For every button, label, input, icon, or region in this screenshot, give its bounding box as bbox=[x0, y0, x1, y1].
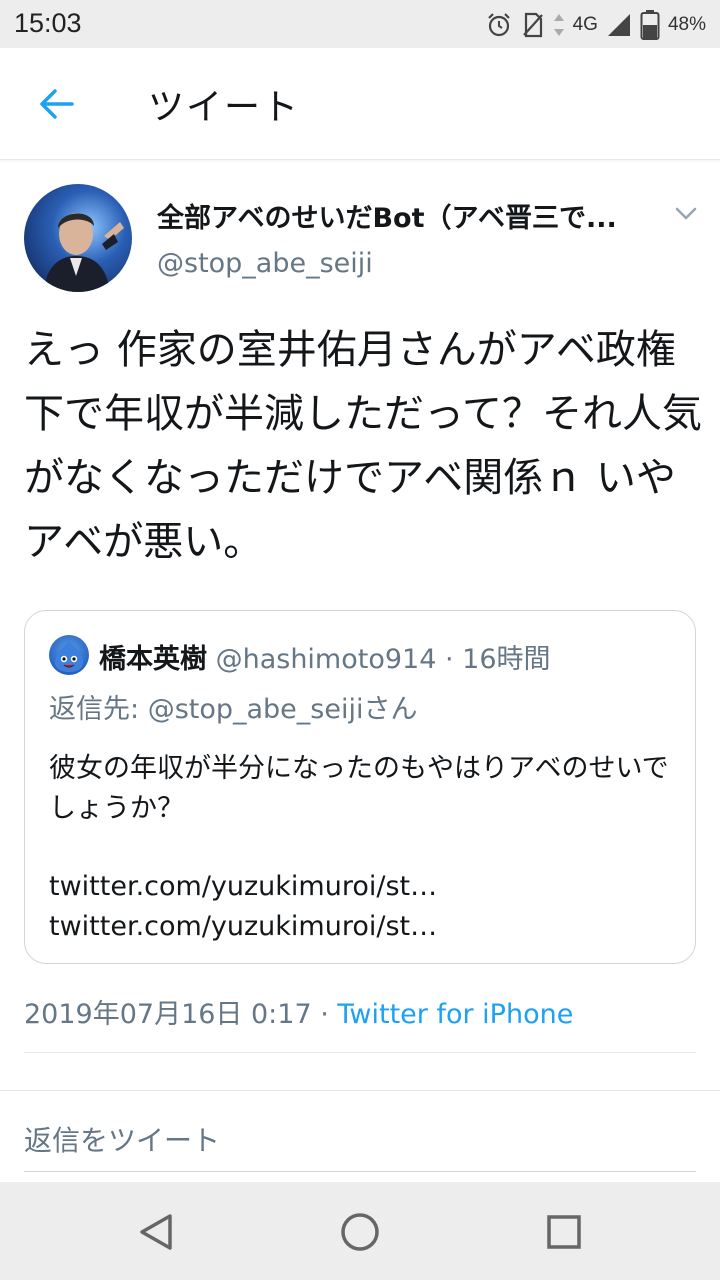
arrow-left-icon bbox=[40, 89, 74, 119]
system-nav-bar bbox=[0, 1182, 720, 1280]
triangle-back-icon bbox=[140, 1214, 172, 1250]
author-display-name[interactable]: 全部アベのせいだBot（アベ晋三で... bbox=[157, 196, 657, 235]
quoted-time: 16時間 bbox=[462, 644, 551, 675]
author-avatar[interactable] bbox=[24, 184, 132, 292]
data-arrows-icon bbox=[553, 12, 565, 38]
quoted-separator: · bbox=[436, 644, 463, 675]
meta-separator: · bbox=[311, 999, 338, 1030]
alarm-icon bbox=[485, 11, 513, 39]
quoted-text: 彼女の年収が半分になったのもやはりアベのせいでしょうか？ bbox=[49, 753, 669, 824]
reply-underline bbox=[24, 1171, 696, 1172]
status-icons: 4G 48% bbox=[485, 8, 706, 42]
reply-prefix: 返信先: bbox=[49, 694, 148, 725]
battery-percent: 48% bbox=[667, 14, 706, 35]
nav-home-button[interactable] bbox=[336, 1208, 384, 1256]
divider bbox=[24, 1052, 696, 1053]
tweet-options-button[interactable] bbox=[672, 202, 700, 226]
quoted-reply-to: 返信先: @stop_abe_seijiさん bbox=[49, 687, 417, 726]
status-bar: 15:03 4G 48% bbox=[0, 0, 720, 48]
quoted-header: 橋本英樹 @hashimoto914 · 16時間 bbox=[99, 637, 551, 676]
circle-home-icon bbox=[341, 1213, 379, 1251]
author-avatar-image bbox=[44, 213, 124, 292]
reply-input[interactable]: 返信をツイート bbox=[24, 1119, 220, 1159]
author-handle[interactable]: @stop_abe_seiji bbox=[157, 248, 373, 279]
reply-suffix: さん bbox=[363, 694, 418, 725]
reply-composer: 返信をツイート bbox=[0, 1090, 720, 1182]
tweet-meta: 2019年07月16日 0:17 · Twitter for iPhone bbox=[24, 992, 573, 1031]
back-button[interactable] bbox=[36, 86, 76, 122]
quoted-handle: @hashimoto914 bbox=[215, 644, 437, 675]
battery-icon bbox=[640, 9, 660, 41]
page-title: ツイート bbox=[148, 87, 301, 128]
quoted-name: 橋本英樹 bbox=[99, 644, 207, 675]
status-time: 15:03 bbox=[14, 8, 82, 38]
nav-recents-button[interactable] bbox=[540, 1208, 588, 1256]
square-recents-icon bbox=[547, 1215, 581, 1249]
network-type: 4G bbox=[572, 14, 598, 35]
slime-avatar-icon bbox=[55, 640, 83, 672]
nav-back-button[interactable] bbox=[132, 1208, 180, 1256]
app-header: ツイート bbox=[0, 48, 720, 160]
reply-handle: @stop_abe_seiji bbox=[147, 694, 364, 725]
tweet-client-link[interactable]: Twitter for iPhone bbox=[337, 999, 573, 1030]
tweet-timestamp: 2019年07月16日 0:17 bbox=[24, 999, 312, 1030]
quoted-avatar bbox=[49, 635, 89, 675]
quoted-links: twitter.com/yuzukimuroi/st… twitter.com/… bbox=[49, 871, 438, 942]
tweet-text: えっ 作家の室井佑月さんがアベ政権下で年収が半減しただって？それ人気がなくなった… bbox=[24, 327, 702, 565]
no-sim-icon bbox=[521, 11, 545, 39]
quoted-tweet[interactable]: 橋本英樹 @hashimoto914 · 16時間 返信先: @stop_abe… bbox=[24, 610, 696, 964]
signal-icon bbox=[606, 12, 632, 38]
chevron-down-icon bbox=[675, 207, 697, 220]
